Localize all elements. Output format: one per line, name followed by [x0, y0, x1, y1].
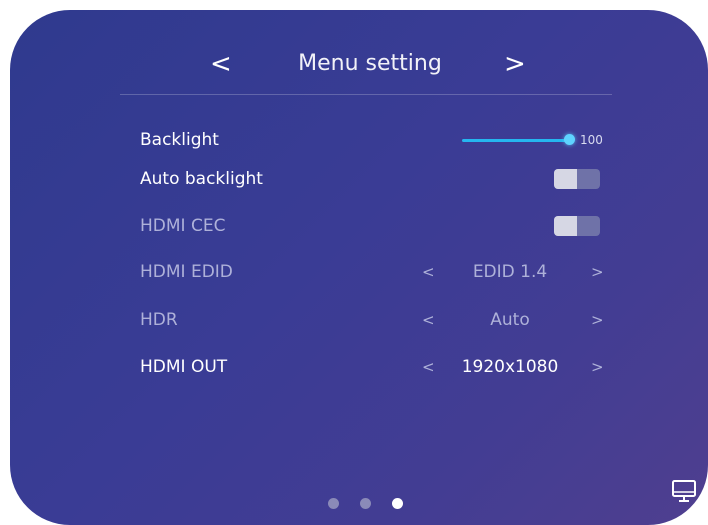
next-page-button[interactable]: >	[504, 44, 526, 84]
menu-title: Menu setting	[298, 51, 442, 76]
backlight-slider[interactable]	[462, 139, 568, 142]
prev-page-button[interactable]: <	[210, 44, 232, 84]
hdmi-out-label: HDMI OUT	[140, 357, 228, 377]
page-indicator	[328, 498, 418, 512]
hdmi-out-prev-button[interactable]: <	[422, 352, 435, 382]
page-dot-3-active[interactable]	[392, 498, 403, 509]
setting-row-hdmi-cec: HDMI CEC	[140, 211, 610, 241]
hdmi-edid-label: HDMI EDID	[140, 262, 233, 282]
setting-row-backlight: Backlight 100	[140, 125, 610, 155]
backlight-label: Backlight	[140, 130, 219, 150]
auto-backlight-toggle[interactable]	[554, 169, 600, 189]
setting-row-auto-backlight: Auto backlight	[140, 164, 610, 194]
hdr-label: HDR	[140, 310, 178, 330]
header-divider	[120, 94, 612, 95]
backlight-value: 100	[580, 133, 603, 147]
hdmi-edid-prev-button[interactable]: <	[422, 257, 435, 287]
setting-row-hdr: HDR < Auto >	[140, 305, 610, 335]
monitor-icon[interactable]	[670, 477, 698, 505]
page-dot-2[interactable]	[360, 498, 371, 509]
auto-backlight-toggle-knob	[554, 169, 577, 189]
hdmi-cec-label: HDMI CEC	[140, 216, 226, 236]
hdr-value: Auto	[490, 310, 530, 330]
hdr-next-button[interactable]: >	[591, 305, 604, 335]
hdmi-edid-value: EDID 1.4	[472, 262, 548, 282]
menu-screen: < Menu setting > Backlight 100 Auto back…	[10, 10, 708, 525]
backlight-slider-thumb[interactable]	[564, 134, 575, 145]
hdmi-out-value: 1920x1080	[461, 357, 559, 377]
setting-row-hdmi-edid: HDMI EDID < EDID 1.4 >	[140, 257, 610, 287]
page-dot-1[interactable]	[328, 498, 339, 509]
hdr-prev-button[interactable]: <	[422, 305, 435, 335]
setting-row-hdmi-out: HDMI OUT < 1920x1080 >	[140, 352, 610, 382]
menu-header: < Menu setting >	[10, 44, 708, 84]
hdmi-out-next-button[interactable]: >	[591, 352, 604, 382]
hdmi-cec-toggle-knob	[554, 216, 577, 236]
hdmi-cec-toggle[interactable]	[554, 216, 600, 236]
auto-backlight-label: Auto backlight	[140, 169, 263, 189]
hdmi-edid-next-button[interactable]: >	[591, 257, 604, 287]
